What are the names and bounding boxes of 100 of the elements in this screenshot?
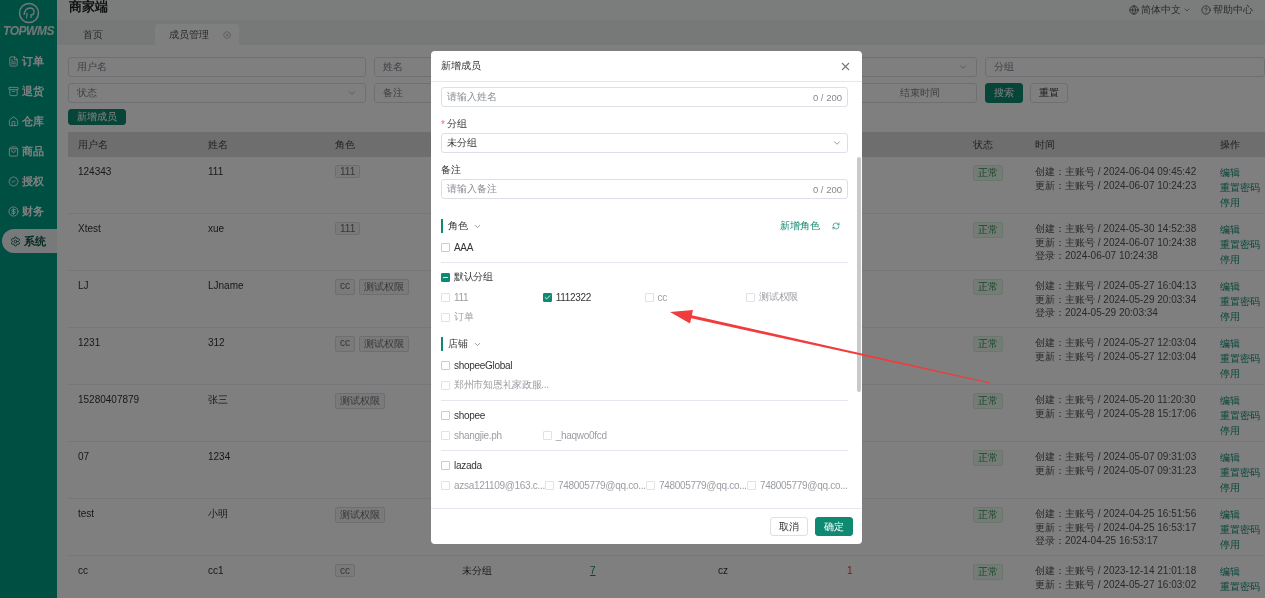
section-title[interactable]: 角色	[441, 219, 482, 233]
select-field[interactable]: 状态	[68, 83, 366, 103]
table-cell: 124343	[78, 165, 112, 179]
checkbox[interactable]	[441, 242, 450, 252]
action-link[interactable]: 重置密码	[1220, 522, 1265, 537]
confirm-button[interactable]: 确定	[815, 517, 853, 536]
checkbox[interactable]	[441, 272, 450, 282]
sidebar-item[interactable]: 退货	[0, 79, 57, 103]
action-link[interactable]: 编辑	[1220, 279, 1265, 294]
time-text: 创建：主账号 / 2023-12-14 21:01:18	[1035, 564, 1198, 578]
action-link[interactable]: 停用	[1220, 480, 1265, 495]
search-button[interactable]: 搜索	[985, 83, 1023, 103]
field-label: 备注	[441, 163, 461, 177]
checkbox-label[interactable]: 默认分组	[441, 271, 848, 283]
status-tag: 正常	[973, 450, 1003, 466]
column-header: 用户名	[78, 137, 108, 152]
sidebar-item[interactable]: 商品	[0, 139, 57, 163]
count-link[interactable]: 7	[590, 565, 596, 576]
action-link[interactable]: 重置密码	[1220, 180, 1265, 195]
section-title[interactable]: 店铺	[441, 337, 482, 351]
action-link[interactable]: 编辑	[1220, 393, 1265, 408]
badge-icon	[8, 175, 19, 187]
document-icon	[8, 55, 19, 67]
chevron-icon	[832, 138, 842, 148]
check-icon	[543, 293, 551, 301]
sidebar-item[interactable]: 系统	[2, 229, 57, 253]
logo-icon	[17, 2, 40, 24]
checkbox[interactable]	[441, 460, 450, 470]
time-text: 更新：主账号 / 2024-05-07 09:31:23	[1035, 463, 1198, 477]
action-link[interactable]: 编辑	[1220, 450, 1265, 465]
action-link[interactable]: 停用	[1220, 423, 1265, 438]
checkbox-label[interactable]: shopee	[441, 409, 848, 421]
app-title: 商家端	[69, 0, 108, 16]
house-icon	[8, 115, 19, 127]
action-link[interactable]: 编辑	[1220, 564, 1265, 579]
select-field[interactable]: 未分组	[441, 133, 848, 153]
action-link[interactable]: 停用	[1220, 537, 1265, 552]
checkbox[interactable]	[542, 292, 552, 302]
time-text: 更新：主账号 / 2024-05-27 12:03:04	[1035, 349, 1198, 363]
logo-text: TOPWMS	[3, 24, 54, 38]
status-tag: 正常	[973, 165, 1003, 181]
action-link[interactable]: 编辑	[1220, 336, 1265, 351]
table-cell: LJname	[208, 279, 244, 293]
time-text: 更新：主账号 / 2024-04-25 16:53:17	[1035, 520, 1198, 534]
action-link[interactable]: 重置密码	[1220, 351, 1265, 366]
action-link[interactable]: 重置密码	[1220, 294, 1265, 309]
scrollbar[interactable]	[857, 157, 861, 392]
sidebar-item[interactable]: 授权	[0, 169, 57, 193]
action-link[interactable]: 重置密码	[1220, 237, 1265, 252]
role-tag: cc	[335, 279, 355, 295]
refresh-icon[interactable]	[832, 222, 840, 230]
column-header: 操作	[1220, 137, 1240, 152]
action-link[interactable]: 停用	[1220, 252, 1265, 267]
char-counter: 0 / 200	[812, 183, 842, 195]
status-tag: 正常	[973, 222, 1003, 238]
action-link[interactable]: 编辑	[1220, 222, 1265, 237]
action-link[interactable]: 重置密码	[1220, 579, 1265, 594]
checkbox[interactable]	[441, 360, 450, 370]
checkbox-label[interactable]: 1112322	[542, 291, 592, 303]
action-link[interactable]: 停用	[1220, 366, 1265, 381]
tab[interactable]: 首页	[69, 24, 155, 45]
table-cell: LJ	[78, 279, 89, 293]
input-field[interactable]: 请输入姓名 0 / 200	[441, 87, 848, 107]
char-counter: 0 / 200	[812, 91, 842, 103]
checkbox-label[interactable]: AAA	[441, 241, 848, 253]
table-cell: 07	[78, 450, 90, 464]
dialog-title: 新增成员	[441, 59, 481, 73]
table-cell: 张三	[208, 393, 228, 407]
action-link[interactable]: 重置密码	[1220, 408, 1265, 423]
chevron-icon	[1183, 6, 1191, 14]
sidebar-item[interactable]: 财务	[0, 199, 57, 223]
checkbox-label[interactable]: shopeeGlobal	[441, 359, 848, 371]
help-link[interactable]: 帮助中心	[1201, 3, 1253, 17]
status-tag: 正常	[973, 564, 1003, 580]
table-cell: 15280407879	[78, 393, 140, 407]
time-text: 创建：主账号 / 2024-05-07 09:31:03	[1035, 450, 1198, 464]
table-cell: 312	[208, 336, 225, 350]
input-field[interactable]: 请输入备注 0 / 200	[441, 179, 848, 199]
status-tag: 正常	[973, 507, 1003, 523]
checkbox-label[interactable]: lazada	[441, 459, 848, 471]
action-link[interactable]: 编辑	[1220, 507, 1265, 522]
add-role-link[interactable]: 新增角色	[780, 219, 820, 233]
table-cell: 小明	[208, 507, 228, 521]
role-tag: cc	[335, 336, 355, 352]
action-link[interactable]: 重置密码	[1220, 465, 1265, 480]
time-text: 更新：主账号 / 2024-05-27 16:03:02	[1035, 577, 1198, 591]
language-select[interactable]: 简体中文	[1129, 3, 1191, 17]
time-text: 创建：主账号 / 2024-05-27 16:04:13	[1035, 279, 1198, 293]
action-link[interactable]: 停用	[1220, 309, 1265, 324]
reset-button[interactable]: 重置	[1030, 83, 1068, 103]
add-member-button[interactable]: 新增成员	[68, 109, 126, 125]
sidebar-item[interactable]: 仓库	[0, 109, 57, 133]
checkbox[interactable]	[441, 410, 450, 420]
action-link[interactable]: 停用	[1220, 195, 1265, 210]
action-link[interactable]: 编辑	[1220, 165, 1265, 180]
sidebar-item[interactable]: 订单	[0, 49, 57, 73]
tab[interactable]: 成员管理	[155, 24, 239, 45]
status-tag: 正常	[973, 336, 1003, 352]
cancel-button[interactable]: 取消	[770, 517, 808, 536]
time-text: 更新：主账号 / 2024-05-28 15:17:06	[1035, 406, 1198, 420]
